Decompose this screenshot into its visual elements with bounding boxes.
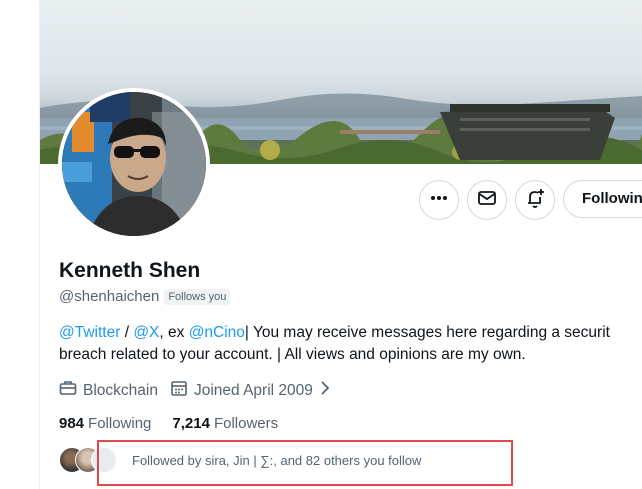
bio-link-ncino[interactable]: @nCino (189, 324, 245, 341)
chevron-right-icon (319, 380, 331, 401)
following-label: Following (88, 415, 152, 432)
follows-you-badge: Follows you (164, 288, 231, 305)
more-icon (429, 188, 449, 213)
joined-label: Joined April 2009 (193, 381, 313, 399)
follow-stats: 984 Following 7,214 Followers (59, 415, 299, 432)
envelope-icon (477, 188, 497, 213)
followers-label: Followers (213, 415, 279, 432)
bell-plus-icon (524, 187, 546, 214)
followers-stat[interactable]: 7,214 Followers (172, 415, 278, 432)
category-label: Blockchain (83, 381, 158, 399)
notifications-button[interactable] (515, 180, 555, 220)
calendar-icon (170, 379, 188, 402)
message-button[interactable] (467, 180, 507, 220)
more-button[interactable] (419, 180, 459, 220)
profile-bio: @Twitter / @X, ex @nCino| You may receiv… (59, 322, 642, 366)
username-handle: @shenhaichen (59, 288, 160, 305)
bio-line-1: @Twitter / @X, ex @nCino| You may receiv… (59, 322, 642, 344)
profile-avatar[interactable] (58, 88, 210, 240)
joined-item[interactable]: Joined April 2009 (170, 379, 331, 402)
bio-separator: / (120, 324, 134, 341)
following-stat[interactable]: 984 Following (59, 415, 151, 432)
display-name: Kenneth Shen (59, 259, 201, 282)
bio-link-x[interactable]: @X (133, 324, 159, 341)
following-count: 984 (59, 415, 85, 432)
annotation-highlight-box (97, 440, 513, 486)
bio-link-twitter[interactable]: @Twitter (59, 324, 120, 341)
profile-meta: Blockchain Joined April 2009 (59, 379, 343, 402)
briefcase-icon (59, 379, 77, 402)
bio-text-ex: , ex (159, 324, 189, 341)
followers-count: 7,214 (172, 415, 210, 432)
following-button[interactable]: Following (563, 180, 642, 218)
bio-text-rest: | You may receive messages here regardin… (244, 324, 610, 341)
handle-row: @shenhaichen Follows you (59, 288, 231, 305)
bio-line-2: breach related to your account. | All vi… (59, 346, 526, 363)
category-item: Blockchain (59, 379, 158, 402)
